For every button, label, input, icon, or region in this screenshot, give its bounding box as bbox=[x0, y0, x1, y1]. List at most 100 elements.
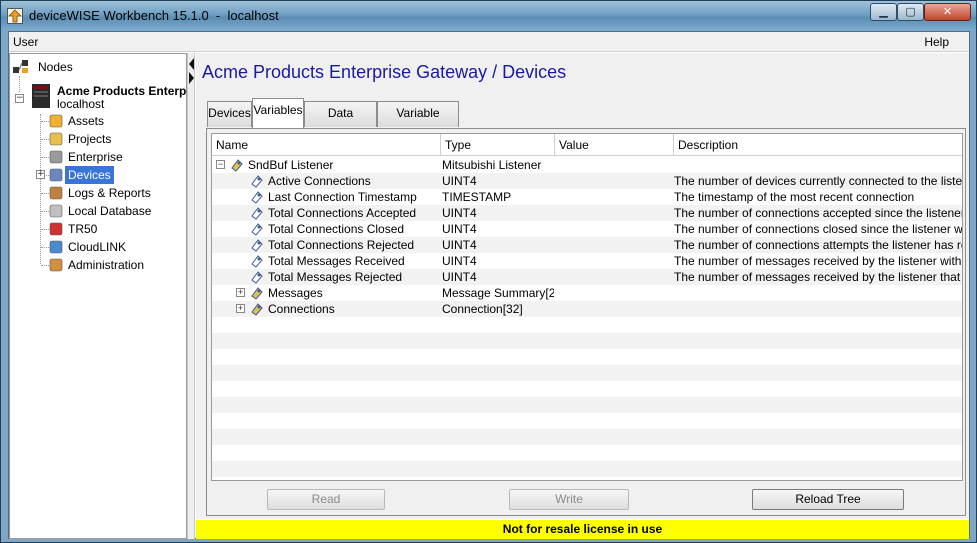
reload-tree-button[interactable]: Reload Tree bbox=[752, 489, 904, 510]
table-row[interactable]: Total Messages Rejected UINT4 The number o… bbox=[212, 269, 962, 285]
license-status-bar: Not for resale license in use bbox=[196, 520, 969, 539]
menu-user[interactable]: User bbox=[13, 35, 38, 49]
tab-devices[interactable]: Devices bbox=[207, 101, 252, 127]
table-row[interactable]: Last Connection Timestamp TIMESTAMP The ti… bbox=[212, 189, 962, 205]
cell-description: The number of connections accepted since… bbox=[674, 206, 962, 220]
logs-icon bbox=[48, 185, 64, 201]
table-row[interactable]: Active Connections UINT4 The number of dev… bbox=[212, 173, 962, 189]
variable-icon bbox=[250, 270, 264, 284]
cell-name: Active Connections bbox=[268, 174, 371, 188]
navigation-tree: Nodes − Acme Products Enterprise Gateway… bbox=[9, 53, 187, 539]
node-collapse-toggle[interactable]: − bbox=[15, 94, 24, 103]
table-row bbox=[212, 349, 962, 365]
cell-name: Total Connections Closed bbox=[268, 222, 405, 236]
assets-icon bbox=[48, 113, 64, 129]
variable-icon bbox=[250, 174, 264, 188]
maximize-icon: ▢ bbox=[905, 5, 916, 18]
cell-name: Total Messages Rejected bbox=[268, 270, 403, 284]
node-host: localhost bbox=[57, 97, 105, 111]
minimize-button[interactable]: ▁ bbox=[870, 3, 897, 21]
sidebar-item-label: Logs & Reports bbox=[68, 186, 151, 200]
table-row bbox=[212, 317, 962, 333]
tab-data-mapping[interactable]: Data Mapping bbox=[304, 101, 377, 142]
tab-variable-groups[interactable]: Variable Groups bbox=[377, 101, 459, 142]
variable-icon bbox=[250, 222, 264, 236]
cell-name: SndBuf Listener bbox=[248, 158, 334, 172]
administration-icon bbox=[48, 257, 64, 273]
collapse-left-icon[interactable] bbox=[189, 58, 194, 70]
cell-name: Total Connections Accepted bbox=[268, 206, 417, 220]
tab-variables[interactable]: Variables bbox=[252, 98, 304, 128]
cell-type: UINT4 bbox=[442, 270, 477, 284]
tree-node-gateway[interactable]: Acme Products Enterprise Gateway localho… bbox=[30, 80, 186, 111]
menu-help[interactable]: Help bbox=[924, 35, 949, 49]
cell-description: The number of messages received by the l… bbox=[674, 270, 962, 284]
table-row bbox=[212, 413, 962, 429]
table-row bbox=[212, 397, 962, 413]
devices-expand-toggle[interactable]: + bbox=[36, 170, 45, 179]
cloudlink-icon bbox=[48, 239, 64, 255]
write-button[interactable]: Write bbox=[509, 489, 629, 510]
read-button[interactable]: Read bbox=[267, 489, 385, 510]
database-icon bbox=[48, 203, 64, 219]
panel-splitter[interactable] bbox=[187, 53, 195, 539]
menu-bar: User Help bbox=[9, 32, 969, 52]
page-title: Acme Products Enterprise Gateway / Devic… bbox=[202, 62, 567, 82]
tree-root-label: Nodes bbox=[38, 60, 73, 74]
column-header-type[interactable]: Type bbox=[441, 134, 555, 156]
window-title: deviceWISE Workbench 15.1.0 - localhost bbox=[29, 8, 279, 23]
main-panel: Acme Products Enterprise Gateway / Devic… bbox=[196, 53, 969, 519]
cell-type: UINT4 bbox=[442, 222, 477, 236]
sidebar-item-label: TR50 bbox=[68, 222, 98, 236]
cell-name: Connections bbox=[268, 302, 335, 316]
cell-type: Connection[32] bbox=[442, 302, 523, 316]
cell-name: Messages bbox=[268, 286, 323, 300]
table-row[interactable]: Total Messages Received UINT4 The number o… bbox=[212, 253, 962, 269]
table-row[interactable]: Total Connections Closed UINT4 The number … bbox=[212, 221, 962, 237]
server-icon bbox=[30, 83, 52, 109]
collapse-toggle[interactable]: − bbox=[216, 160, 225, 169]
title-bar[interactable]: deviceWISE Workbench 15.1.0 - localhost … bbox=[1, 1, 976, 31]
column-header-description[interactable]: Description bbox=[674, 134, 962, 156]
table-row[interactable]: + Connections Connection[32] bbox=[212, 301, 962, 317]
tr50-icon bbox=[48, 221, 64, 237]
projects-icon bbox=[48, 131, 64, 147]
cell-description: The timestamp of the most recent connect… bbox=[674, 190, 915, 204]
enterprise-icon bbox=[48, 149, 64, 165]
table-row bbox=[212, 365, 962, 381]
cell-name: Total Messages Received bbox=[268, 254, 405, 268]
variables-table: Name Type Value Description − SndBuf List… bbox=[211, 133, 963, 481]
cell-name: Last Connection Timestamp bbox=[268, 190, 417, 204]
devices-icon bbox=[48, 167, 64, 183]
close-icon: ✕ bbox=[942, 5, 953, 18]
table-row[interactable]: + Messages Message Summary[20] bbox=[212, 285, 962, 301]
maximize-button[interactable]: ▢ bbox=[897, 3, 924, 21]
sidebar-item-label: CloudLINK bbox=[68, 240, 127, 254]
table-row bbox=[212, 461, 962, 477]
column-header-value[interactable]: Value bbox=[555, 134, 674, 156]
variable-icon bbox=[250, 238, 264, 252]
close-button[interactable]: ✕ bbox=[924, 3, 971, 21]
variable-icon bbox=[250, 254, 264, 268]
sidebar-item-label: Local Database bbox=[68, 204, 152, 218]
cell-type: UINT4 bbox=[442, 254, 477, 268]
collapse-right-icon[interactable] bbox=[189, 72, 194, 84]
cell-description: The number of connections attempts the l… bbox=[674, 238, 962, 252]
table-row[interactable]: Total Connections Rejected UINT4 The numbe… bbox=[212, 237, 962, 253]
cell-type: Message Summary[20] bbox=[442, 286, 554, 300]
table-row[interactable]: Total Connections Accepted UINT4 The numbe… bbox=[212, 205, 962, 221]
table-row bbox=[212, 333, 962, 349]
cell-type: UINT4 bbox=[442, 238, 477, 252]
expand-toggle[interactable]: + bbox=[236, 304, 245, 313]
app-window: deviceWISE Workbench 15.1.0 - localhost … bbox=[0, 0, 977, 543]
variable-icon bbox=[250, 190, 264, 204]
variable-group-icon bbox=[250, 286, 264, 300]
cell-type: Mitsubishi Listener bbox=[442, 158, 542, 172]
column-header-name[interactable]: Name bbox=[212, 134, 441, 156]
cell-type: UINT4 bbox=[442, 174, 477, 188]
variable-group-icon bbox=[230, 158, 244, 172]
expand-toggle[interactable]: + bbox=[236, 288, 245, 297]
minimize-icon: ▁ bbox=[879, 5, 888, 18]
table-row[interactable]: − SndBuf Listener Mitsubishi Listener bbox=[212, 157, 962, 173]
app-icon bbox=[7, 8, 23, 24]
